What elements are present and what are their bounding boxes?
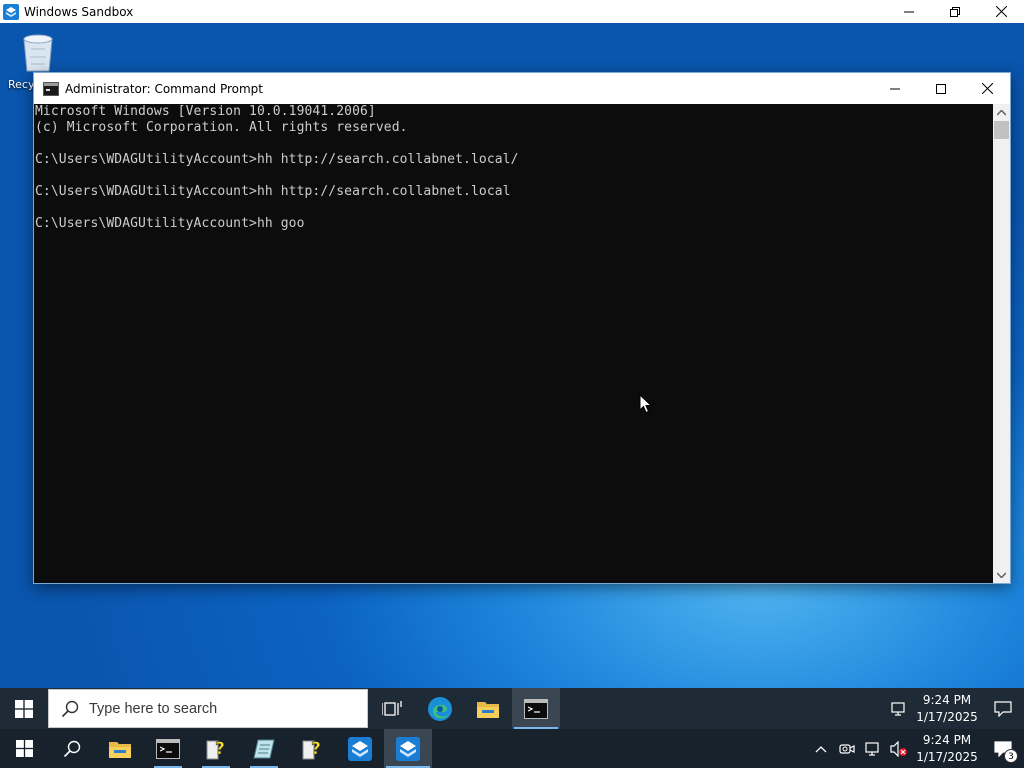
cmd-minimize-button[interactable] <box>872 73 918 104</box>
cmd-vertical-scrollbar[interactable] <box>993 104 1010 583</box>
help-file-icon: ? <box>302 738 321 759</box>
search-placeholder: Type here to search <box>89 700 218 717</box>
taskbar-file-explorer-button[interactable] <box>464 688 512 729</box>
sandbox-app-icon <box>3 3 19 20</box>
minimize-icon <box>890 88 900 89</box>
host-taskbar[interactable]: ? ? 9:24 PM 1/17/2025 3 <box>0 729 1024 768</box>
network-icon <box>865 741 879 756</box>
svg-text:?: ? <box>215 739 225 759</box>
cmd-window-title: Administrator: Command Prompt <box>65 81 263 96</box>
host-help-script-button-2[interactable]: ? <box>288 729 336 768</box>
scroll-thumb[interactable] <box>994 121 1009 139</box>
console-line: (c) Microsoft Corporation. All rights re… <box>35 120 408 135</box>
cmd-icon <box>524 698 548 719</box>
host-system-tray: 9:24 PM 1/17/2025 3 <box>808 729 1024 768</box>
folder-icon <box>109 741 131 758</box>
chevron-down-icon <box>997 571 1006 578</box>
desktop[interactable]: Recycle Bin Administrator: Command Promp… <box>0 23 1024 688</box>
host-clock[interactable]: 9:24 PM 1/17/2025 <box>912 732 982 766</box>
taskbar-search-box[interactable]: Type here to search <box>48 689 368 728</box>
scroll-down-button[interactable] <box>993 566 1010 583</box>
network-button[interactable] <box>860 729 886 768</box>
close-icon <box>995 6 1007 17</box>
console-input-line[interactable]: C:\Users\WDAGUtilityAccount>hh goo <box>34 216 994 232</box>
command-prompt-window[interactable]: Administrator: Command Prompt Microsoft … <box>33 72 1011 584</box>
notification-icon <box>994 700 1012 717</box>
search-icon <box>63 740 81 757</box>
notification-count-badge: 3 <box>1004 749 1018 763</box>
host-action-center-button[interactable]: 3 <box>982 729 1024 768</box>
host-help-script-button-1[interactable]: ? <box>192 729 240 768</box>
volume-button[interactable] <box>886 729 912 768</box>
console-output[interactable]: Microsoft Windows [Version 10.0.19041.20… <box>34 104 994 583</box>
sandbox-icon <box>348 736 372 761</box>
meet-now-button[interactable] <box>834 729 860 768</box>
maximize-icon <box>936 83 946 94</box>
network-icon[interactable] <box>886 688 912 729</box>
windows-logo-icon <box>15 740 33 757</box>
clock-time: 9:24 PM <box>922 692 972 707</box>
sandbox-close-button[interactable] <box>978 0 1024 23</box>
svg-text:?: ? <box>311 739 321 759</box>
sandbox-title: Windows Sandbox <box>24 4 134 19</box>
restore-icon <box>950 6 960 17</box>
recycle-bin-icon <box>23 34 53 72</box>
windows-logo-icon <box>15 699 33 718</box>
cmd-icon <box>43 81 59 96</box>
volume-muted-icon <box>890 740 907 757</box>
host-file-explorer-button[interactable] <box>96 729 144 768</box>
cmd-titlebar[interactable]: Administrator: Command Prompt <box>34 73 1010 104</box>
console-line: C:\Users\WDAGUtilityAccount>hh http://se… <box>35 152 519 167</box>
console-line: Microsoft Windows [Version 10.0.19041.20… <box>35 104 376 119</box>
sandbox-restore-button[interactable] <box>932 0 978 23</box>
network-icon <box>891 701 905 716</box>
action-center-button[interactable] <box>982 688 1024 729</box>
chevron-up-icon <box>815 745 827 752</box>
sandbox-icon <box>396 736 420 761</box>
show-hidden-icons-button[interactable] <box>808 729 834 768</box>
task-view-icon <box>382 700 402 716</box>
cmd-icon <box>156 738 180 759</box>
folder-icon <box>477 701 499 718</box>
task-view-button[interactable] <box>368 688 416 729</box>
cmd-maximize-button[interactable] <box>918 73 964 104</box>
host-notepad-tool-button[interactable] <box>240 729 288 768</box>
taskbar-edge-button[interactable] <box>416 688 464 729</box>
sandbox-minimize-button[interactable] <box>886 0 932 23</box>
clock-date: 1/17/2025 <box>916 749 978 764</box>
sandbox-start-button[interactable] <box>0 688 48 729</box>
host-sandbox-button-2[interactable] <box>384 729 432 768</box>
host-start-button[interactable] <box>0 729 48 768</box>
clock-time: 9:24 PM <box>922 732 972 747</box>
host-sandbox-button-1[interactable] <box>336 729 384 768</box>
search-icon <box>61 700 79 717</box>
edge-icon <box>428 696 452 721</box>
clock-date: 1/17/2025 <box>916 709 978 724</box>
sandbox-titlebar[interactable]: Windows Sandbox <box>0 0 1024 23</box>
camera-icon <box>839 743 855 754</box>
minimize-icon <box>904 11 914 12</box>
notepad-icon <box>253 739 275 758</box>
mouse-pointer-icon <box>639 394 652 414</box>
host-cmd-button[interactable] <box>144 729 192 768</box>
sandbox-taskbar[interactable]: Type here to search 9:24 PM 1/17/2025 <box>0 688 1024 729</box>
console-line: C:\Users\WDAGUtilityAccount>hh http://se… <box>35 184 511 199</box>
cmd-close-button[interactable] <box>964 73 1010 104</box>
chevron-up-icon <box>997 109 1006 116</box>
host-search-button[interactable] <box>48 729 96 768</box>
sandbox-system-tray: 9:24 PM 1/17/2025 <box>886 688 1024 729</box>
scroll-up-button[interactable] <box>993 104 1010 121</box>
help-file-icon: ? <box>206 738 225 759</box>
sandbox-clock[interactable]: 9:24 PM 1/17/2025 <box>912 692 982 726</box>
taskbar-cmd-button[interactable] <box>512 688 560 729</box>
close-icon <box>981 83 993 94</box>
